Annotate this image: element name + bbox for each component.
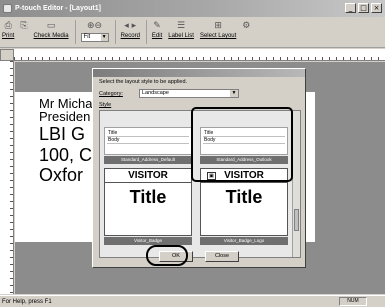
badge-heading: VISITOR: [105, 169, 191, 183]
edit-button[interactable]: ✎ Edit: [152, 20, 162, 39]
printer-icon: ⎙: [4, 21, 12, 31]
record-button[interactable]: ◂ ▸ Record: [121, 20, 140, 39]
highlight-ok-button: [146, 245, 188, 266]
minimize-button[interactable]: _: [345, 3, 356, 13]
horizontal-ruler: [14, 49, 385, 61]
app-window: P-touch Editor - [Layout1] _ □ × ⎙ Print…: [0, 0, 385, 307]
category-select[interactable]: Landscape ▼: [139, 89, 239, 98]
zoom-icon: ⊕⊖: [87, 21, 103, 31]
print-label: Print: [2, 33, 15, 39]
text-line: LBI G: [39, 124, 86, 144]
close-button[interactable]: Close: [205, 251, 239, 262]
label-list-label: Label List: [168, 33, 194, 39]
window-controls: _ □ ×: [345, 3, 382, 13]
print-button[interactable]: ⎙ Print: [2, 20, 14, 39]
edit-label: Edit: [151, 33, 163, 39]
app-icon: [3, 4, 12, 13]
chevron-down-icon: ▼: [100, 34, 108, 41]
maximize-button[interactable]: □: [358, 3, 369, 13]
edit-icon: ✎: [153, 21, 161, 31]
label-list-button[interactable]: ☰ Label List: [168, 20, 194, 39]
toolbar: ⎙ Print ⎘ ▭ Check Media ⊕⊖ Fit ▼ ◂ ▸ Rec…: [0, 18, 385, 48]
layout-thumbnail[interactable]: VISITOR Title: [104, 168, 192, 236]
badge-title: Title: [129, 187, 167, 207]
select-layout-button[interactable]: ⊞ Select Layout: [200, 20, 236, 39]
category-value: Landscape: [142, 90, 169, 96]
vertical-ruler: [0, 61, 14, 294]
gear-icon: ⚙: [242, 21, 251, 31]
zoom-select[interactable]: Fit ▼: [80, 33, 109, 42]
layout-icon: ⊞: [214, 21, 222, 31]
toolbar-separator: [74, 20, 76, 44]
divider: [107, 143, 189, 144]
label-list-icon: ☰: [177, 21, 186, 31]
printer-small-icon: ⎘: [20, 21, 28, 31]
record-nav-icon: ◂ ▸: [124, 21, 137, 31]
gallery-scrollbar[interactable]: [292, 111, 300, 257]
dialog-title-bar: [93, 69, 305, 77]
text-line: Presiden: [39, 109, 91, 124]
ruler-corner: [0, 49, 14, 61]
select-layout-label: Select Layout: [199, 33, 237, 39]
layout-thumbnail[interactable]: Title Body: [104, 127, 192, 155]
status-text: For Help, press F1: [2, 298, 52, 305]
layout-name: Visitor_Badge: [104, 237, 192, 245]
title-bar: P-touch Editor - [Layout1] _ □ ×: [0, 0, 385, 17]
text-line: Oxfor: [39, 165, 84, 185]
badge-title: Title: [225, 187, 263, 207]
close-button[interactable]: ×: [371, 3, 382, 13]
check-media-label: Check Media: [33, 33, 69, 39]
highlight-selected-layout: [191, 107, 293, 182]
toolbar-separator: [114, 20, 116, 44]
zoom-value: Fit: [83, 34, 91, 40]
media-icon: ▭: [46, 21, 56, 31]
scrollbar-thumb[interactable]: [294, 209, 299, 231]
toolbar-separator: [145, 20, 147, 44]
layout-name: Visitor_Badge_Logo: [200, 237, 288, 245]
check-media-button[interactable]: ▭ Check Media: [34, 20, 69, 39]
print-options-button[interactable]: ⎘: [20, 20, 27, 33]
zoom-control: ⊕⊖ Fit ▼: [80, 20, 109, 42]
num-lock-indicator: NUM: [339, 297, 367, 306]
status-bar: For Help, press F1 NUM: [0, 295, 385, 307]
layout-name: Standard_Address_Default: [104, 156, 192, 164]
style-label: Style: [99, 102, 112, 108]
text-line: 100, C: [39, 145, 93, 165]
window-title: P-touch Editor - [Layout1]: [15, 5, 101, 12]
dialog-prompt: Select the layout style to be applied.: [99, 79, 188, 85]
record-label: Record: [120, 33, 140, 39]
settings-button[interactable]: ⚙: [242, 20, 250, 33]
category-label: Category:: [99, 91, 123, 97]
chevron-down-icon: ▼: [230, 90, 238, 97]
